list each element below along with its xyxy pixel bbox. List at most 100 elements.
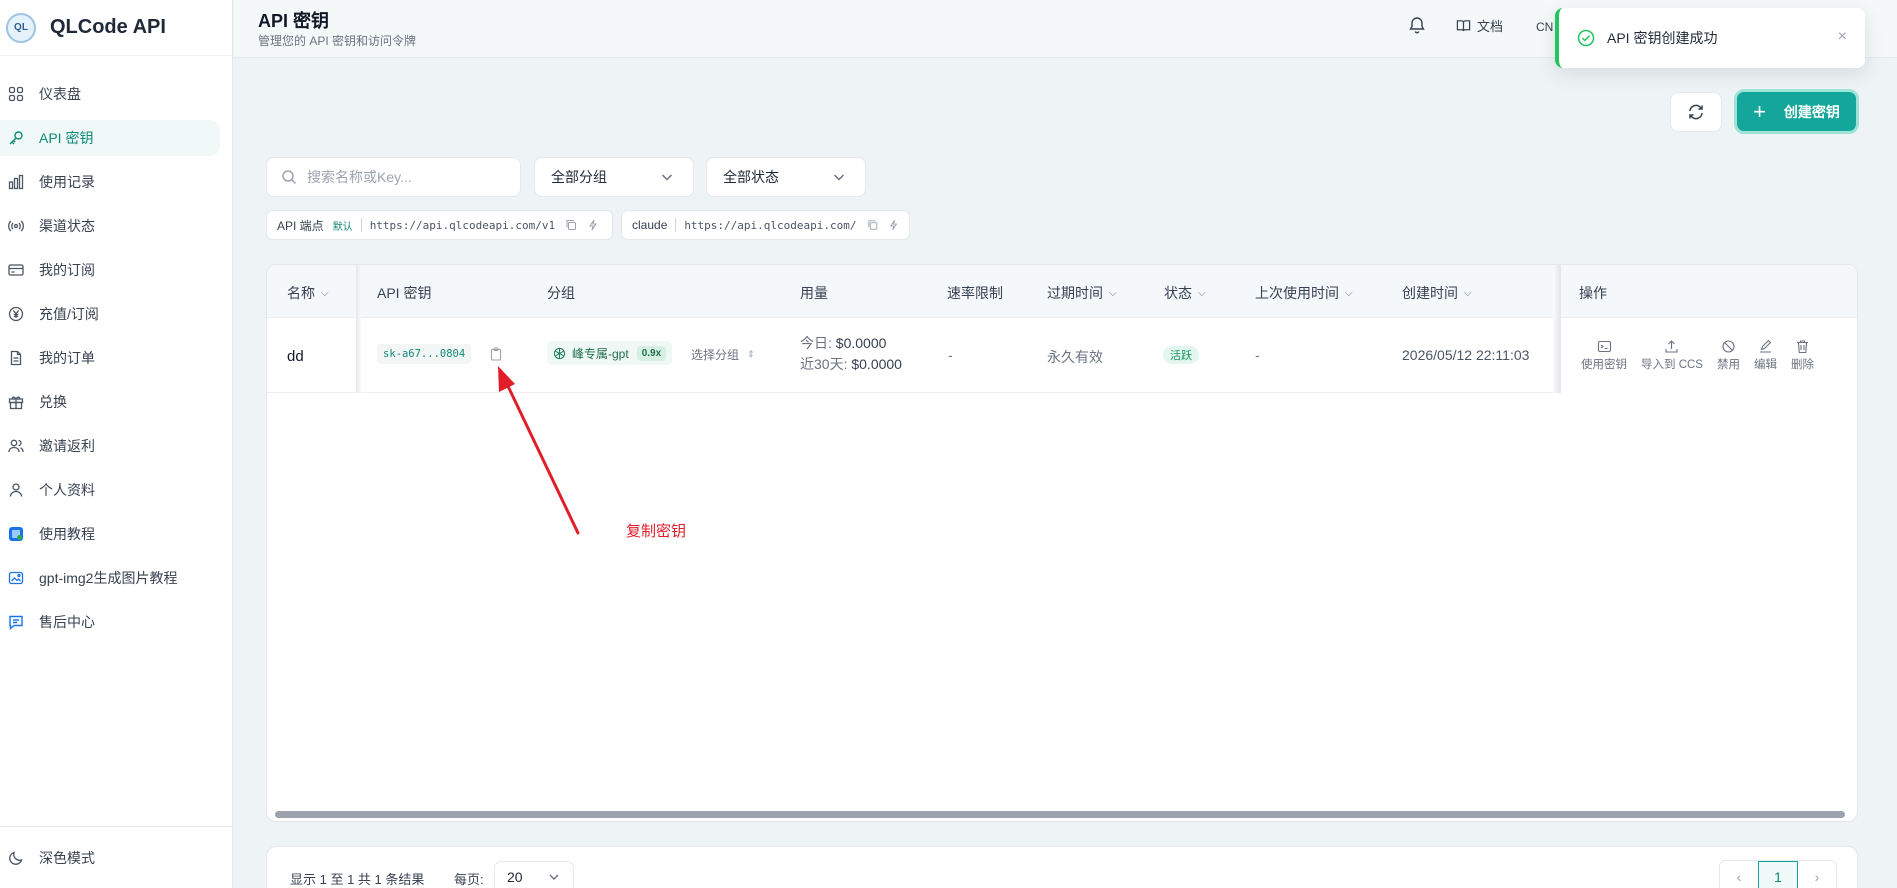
check-circle-icon [1577,29,1595,47]
sidebar-item-gpt-img2-tutorial[interactable]: gpt-img2生成图片教程 [0,560,220,596]
gift-icon [8,394,24,410]
sidebar-item-dashboard[interactable]: 仪表盘 [0,76,220,112]
created-value: 2026/05/12 22:11:03 [1402,347,1530,363]
col-usage: 用量 [800,283,828,303]
sidebar-item-channel-status[interactable]: 渠道状态 [0,208,220,244]
horizontal-scrollbar[interactable] [275,811,1845,818]
lightning-icon[interactable] [888,219,899,231]
group-filter-value: 全部分组 [551,169,607,185]
use-key-label: 使用密钥 [1581,359,1627,371]
language-switcher[interactable]: CN [1536,20,1553,34]
sidebar-item-after-sales[interactable]: 售后中心 [0,604,220,640]
import-ccs-button[interactable]: 导入到 CCS [1641,339,1703,372]
next-page-button[interactable]: › [1798,861,1836,888]
sidebar: QL QLCode API 仪表盘 API 密钥 使用记录 渠道状态 我的订阅 … [0,0,233,888]
sidebar-item-recharge[interactable]: 充值/订阅 [0,296,220,332]
chevron-down-icon: ⌵ [321,287,329,299]
endpoint-label: API 端点 [277,218,324,233]
close-icon[interactable]: × [1838,28,1847,46]
tutorial-icon [8,526,24,542]
per-page-label: 每页: [454,872,484,887]
sidebar-nav: 仪表盘 API 密钥 使用记录 渠道状态 我的订阅 充值/订阅 我的订单 兑换 [0,56,232,640]
use-key-button[interactable]: 使用密钥 [1581,339,1627,372]
divider [675,218,677,232]
annotation-text: 复制密钥 [626,523,687,540]
dark-mode-toggle[interactable]: 深色模式 [0,826,233,888]
col-label: 操作 [1579,285,1607,301]
create-key-button[interactable]: + 创建密钥 [1734,89,1859,134]
select-group-dropdown[interactable]: 选择分组 ⇕ [691,346,755,363]
page-title: API 密钥 [258,11,330,31]
sidebar-item-label: 我的订阅 [39,262,95,278]
page-size-select[interactable]: 20 [494,861,574,888]
search-box[interactable] [266,157,521,197]
disable-button[interactable]: 禁用 [1717,339,1740,372]
search-icon [282,170,297,185]
col-rate-limit: 速率限制 [947,283,1003,303]
sidebar-item-label: 使用记录 [39,174,95,190]
sidebar-item-label: 邀请返利 [39,438,95,454]
pagination-summary: 显示 1 至 1 共 1 条结果 [290,872,425,887]
plus-icon: + [1753,98,1766,124]
brand-name: QLCode API [50,16,166,38]
sidebar-item-orders[interactable]: 我的订单 [0,340,220,376]
clipboard-icon[interactable] [489,347,503,361]
sidebar-item-usage[interactable]: 使用记录 [0,164,220,200]
openai-icon [553,347,566,359]
actions-column: 操作 使用密钥 导入到 CCS 禁用 编辑 删除 [1560,265,1857,393]
chevron-down-icon [549,874,559,880]
edit-icon [1759,339,1772,353]
bell-icon[interactable] [1407,15,1427,35]
docs-link[interactable]: 文档 [1456,16,1503,35]
sidebar-item-profile[interactable]: 个人资料 [0,472,220,508]
import-ccs-label: 导入到 CCS [1641,359,1703,371]
copy-icon[interactable] [867,219,878,231]
group-name: 峰专属-gpt [572,346,629,361]
col-name[interactable]: 名称 ⌵ [287,283,329,303]
create-key-label: 创建密钥 [1783,103,1840,120]
row-actions: 使用密钥 导入到 CCS 禁用 编辑 删除 [1581,339,1828,372]
users-icon [8,438,24,454]
sticky-column-shadow [1553,265,1560,393]
trash-icon [1796,340,1808,354]
col-expires[interactable]: 过期时间 ⌵ [1047,283,1117,303]
group-chip: 峰专属-gpt 0.9x [547,341,673,365]
col-created[interactable]: 创建时间 ⌵ [1402,283,1472,303]
page-button-current[interactable]: 1 [1758,861,1798,888]
status-filter-select[interactable]: 全部状态 [706,157,866,197]
sidebar-item-tutorial[interactable]: 使用教程 [0,516,220,552]
bar-chart-icon [8,174,24,190]
col-last-used[interactable]: 上次使用时间 ⌵ [1255,283,1353,303]
copy-icon[interactable] [565,219,577,231]
sidebar-item-referral[interactable]: 邀请返利 [0,428,220,464]
page-size-value: 20 [507,869,523,885]
delete-button[interactable]: 删除 [1791,339,1814,372]
brand[interactable]: QL QLCode API [0,0,232,56]
prev-page-button[interactable]: ‹ [1720,861,1758,888]
search-input[interactable] [307,169,507,185]
expires-value: 永久有效 [1047,349,1103,365]
image-icon [8,570,24,586]
edit-button[interactable]: 编辑 [1754,339,1777,372]
lightning-icon[interactable] [587,219,599,231]
refresh-button[interactable] [1670,92,1722,132]
sidebar-item-subscriptions[interactable]: 我的订阅 [0,252,220,288]
group-filter-select[interactable]: 全部分组 [534,157,694,197]
user-icon [8,482,24,498]
key-name: dd [287,348,304,365]
col-group: 分组 [547,283,575,303]
sidebar-item-redeem[interactable]: 兑换 [0,384,220,420]
moon-icon [8,850,24,866]
sidebar-item-label: 我的订单 [39,350,95,366]
api-keys-table: 名称 ⌵ API 密钥 分组 用量 速率限制 过期时间 ⌵ 状态 ⌵ 上次使用时间 ⌵ … [266,264,1858,822]
col-status[interactable]: 状态 ⌵ [1164,283,1206,303]
book-icon [1456,20,1471,32]
toast-message: API 密钥创建成功 [1607,30,1718,46]
sidebar-item-api-keys[interactable]: API 密钥 [0,120,220,156]
card-icon [8,262,24,278]
terminal-icon [1597,340,1611,353]
disable-label: 禁用 [1716,359,1740,371]
divider [360,218,362,232]
usage-cell: 今日: $0.0000 近30天: $0.0000 [800,333,902,375]
success-toast: API 密钥创建成功 × [1555,8,1865,68]
